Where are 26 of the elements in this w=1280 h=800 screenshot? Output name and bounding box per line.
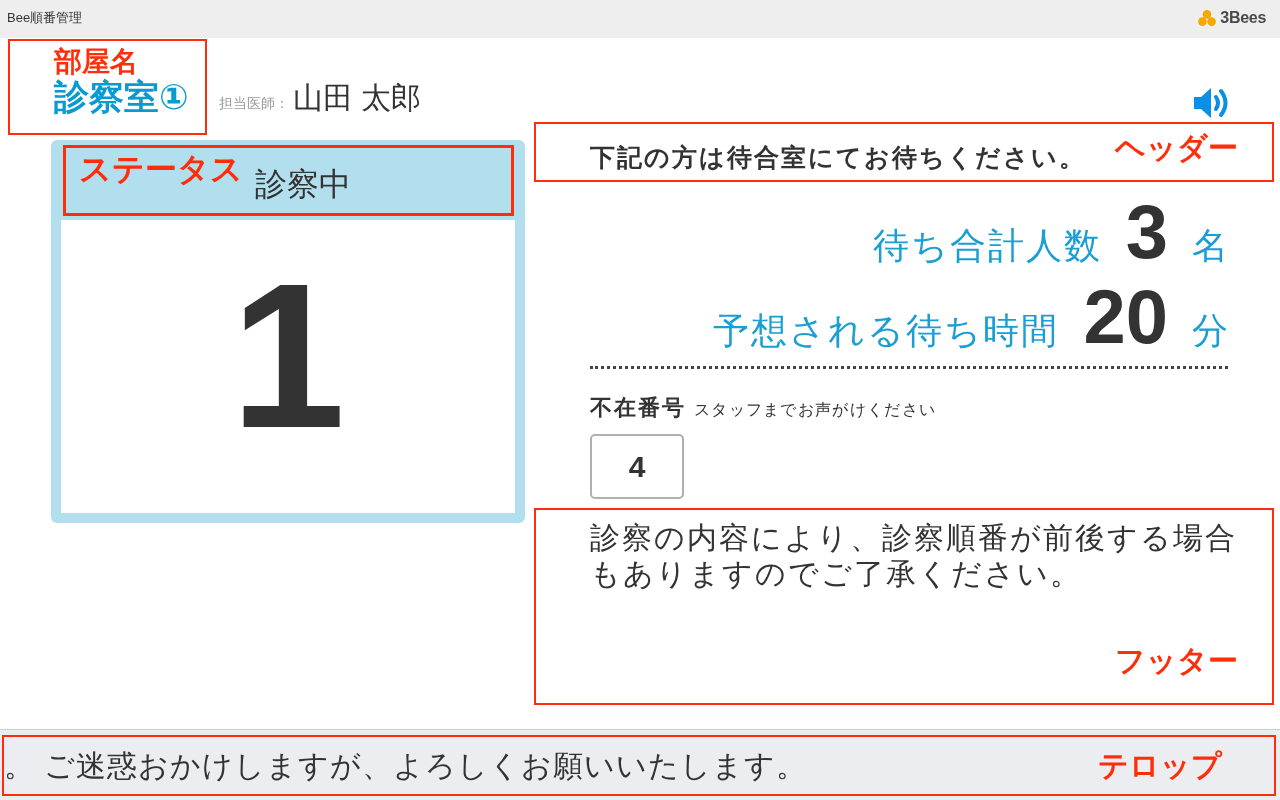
- doctor-label: 担当医師：: [219, 94, 289, 113]
- summary-label: 待ち合計人数: [872, 224, 1102, 268]
- header-message: 下記の方は待合室にてお待ちください。: [590, 142, 1086, 174]
- app-title: Bee順番管理: [7, 8, 83, 27]
- summary-value: 3: [1125, 194, 1168, 270]
- annotation-label: ヘッダー: [1115, 130, 1238, 164]
- annotation-label: ステータス: [79, 152, 243, 188]
- annotation-label: テロップ: [1098, 749, 1222, 782]
- logo-text: 3Bees: [1220, 7, 1266, 28]
- annotation-label: 部屋名: [54, 45, 139, 78]
- speaker-icon[interactable]: [1192, 86, 1230, 120]
- summary-label: 予想される待ち時間: [713, 309, 1060, 353]
- absent-note: スタッフまでお声がけください: [694, 400, 937, 420]
- logo-icon: [1198, 9, 1217, 26]
- summary-unit: 分: [1192, 309, 1228, 353]
- room-name: 診察室①: [54, 78, 190, 116]
- absent-number: 4: [590, 434, 684, 499]
- ticker-text: 。 ご迷惑おかけしますが、よろしくお願いいたします。: [4, 748, 808, 784]
- footer-message: 診察の内容により、診察順番が前後する場合もありますのでご了承ください。: [590, 520, 1238, 592]
- status-text: 診察中: [255, 168, 351, 200]
- annotation-label: フッター: [1115, 644, 1238, 677]
- current-number: 1: [230, 252, 346, 459]
- doctor-name: 山田 太郎: [293, 80, 422, 116]
- summary-value: 20: [1083, 279, 1168, 355]
- summary-unit: 名: [1192, 224, 1228, 268]
- absent-label: 不在番号: [590, 394, 686, 422]
